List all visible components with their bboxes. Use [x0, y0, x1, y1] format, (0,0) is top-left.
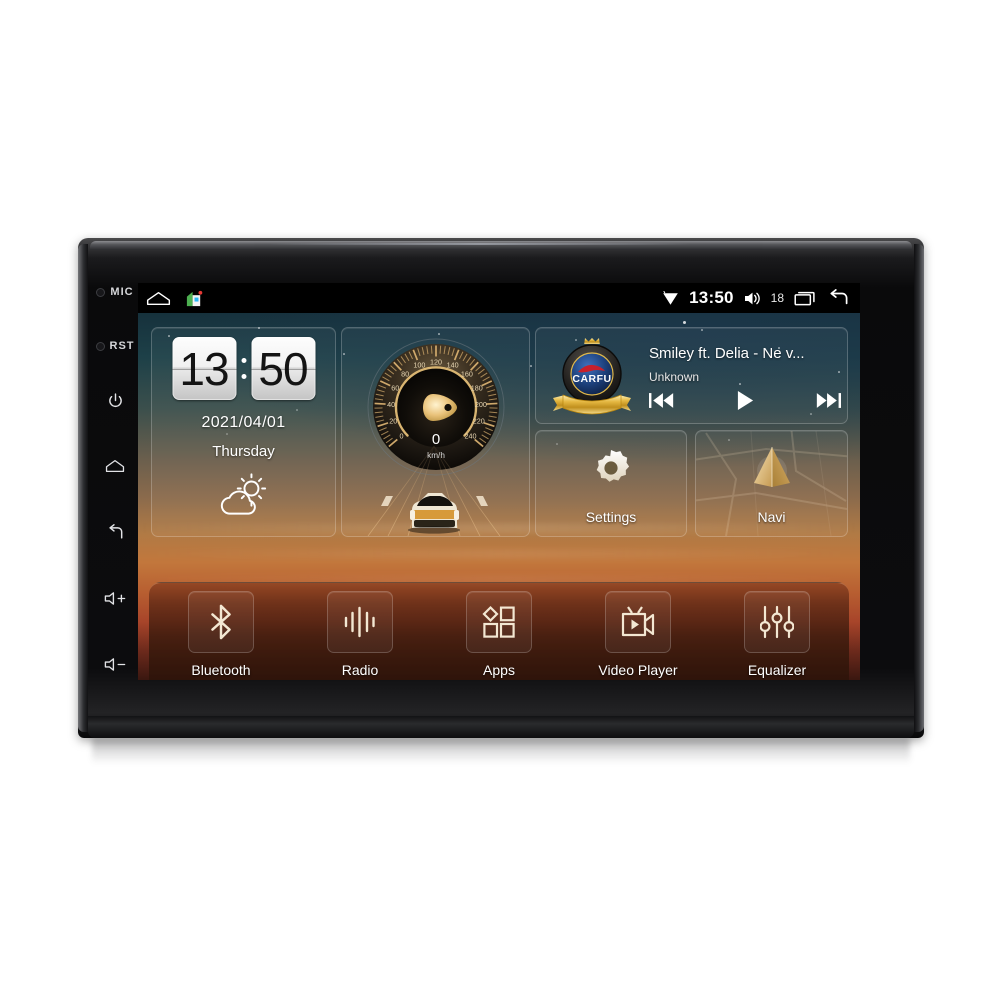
speaker-plus-icon[interactable]	[103, 586, 127, 610]
speaker-minus-icon[interactable]	[103, 652, 127, 676]
video-camera-icon[interactable]	[605, 591, 671, 653]
clock-hours-value: 13	[179, 342, 229, 395]
gauge-tick-label: 60	[391, 383, 399, 392]
device-bottom-trim	[88, 716, 914, 738]
dock-label-bluetooth: Bluetooth	[191, 662, 251, 678]
power-icon[interactable]	[107, 388, 124, 412]
dock-item-radio[interactable]: Radio	[302, 591, 418, 678]
car-head-unit-device: MIC RST 13:50 18 13 50 2021/04/01 Thursd…	[78, 238, 924, 738]
radio-waves-icon[interactable]	[327, 591, 393, 653]
gauge-tick-label: 220	[472, 417, 484, 426]
skip-next-icon[interactable]	[815, 392, 841, 409]
equalizer-sliders-icon[interactable]	[744, 591, 810, 653]
recents-icon[interactable]	[794, 290, 816, 306]
flip-clock: 13 50	[172, 337, 315, 400]
device-right-edge	[914, 244, 924, 732]
dock-label-apps: Apps	[483, 662, 515, 678]
home-screen-content: 13 50 2021/04/01 Thursday 0 20 40 60 80 …	[138, 313, 860, 680]
gauge-tick-label: 180	[470, 383, 482, 392]
gauge-tick-label: 200	[474, 400, 486, 409]
bluetooth-icon[interactable]	[188, 591, 254, 653]
clock-minutes-value: 50	[258, 342, 308, 395]
carfu-logo-text: CARFU	[572, 373, 611, 385]
home-icon[interactable]	[105, 454, 125, 478]
device-reflection	[92, 738, 910, 764]
music-player-widget[interactable]: CARFU Smiley ft. Delia - Ne v... Unknown	[535, 327, 848, 424]
clock-colon-icon	[239, 358, 248, 379]
partly-cloudy-icon[interactable]	[152, 473, 335, 517]
gauge-tick-label: 160	[460, 370, 472, 379]
gear-icon	[536, 445, 686, 491]
volume-level: 18	[770, 291, 784, 305]
wifi-icon	[662, 290, 679, 306]
back-icon[interactable]	[106, 520, 125, 544]
mic-pinhole-icon	[96, 287, 106, 297]
device-left-edge	[78, 244, 88, 732]
carfu-badge-logo: CARFU	[548, 332, 636, 420]
dock-label-equalizer: Equalizer	[747, 662, 807, 678]
dock-item-video-player[interactable]: Video Player	[580, 591, 696, 678]
hardware-button-bezel: MIC RST	[92, 258, 138, 720]
gauge-tick-label: 100	[413, 361, 425, 370]
clock-weekday: Thursday	[212, 443, 275, 460]
dock-item-bluetooth[interactable]: Bluetooth	[163, 591, 279, 678]
play-icon[interactable]	[736, 390, 755, 411]
back-arrow-icon[interactable]	[826, 289, 851, 307]
gauge-tick-label: 120	[430, 357, 442, 366]
dock-item-apps[interactable]: Apps	[441, 591, 557, 678]
track-title: Smiley ft. Delia - Ne v...	[649, 345, 805, 362]
reset-button[interactable]: RST	[95, 334, 135, 358]
clock-date: 2021/04/01	[201, 414, 286, 431]
speedometer-widget[interactable]: 0 20 40 60 80 100 120 140 160 180 200 220 240 0 km/h	[341, 327, 530, 537]
home-outline-icon[interactable]	[146, 290, 171, 307]
screenshot-canvas: MIC RST 13:50 18 13 50 2021/04/01 Thursd…	[0, 0, 1000, 1000]
tile-navi-label: Navi	[757, 509, 786, 525]
tile-settings-label: Settings	[585, 509, 637, 525]
gauge-tick-label: 240	[464, 431, 476, 440]
navigation-arrow-icon	[696, 445, 847, 493]
tile-navi[interactable]: Navi	[695, 430, 848, 537]
gauge-tick-label: 20	[389, 417, 397, 426]
clock-weather-widget[interactable]: 13 50 2021/04/01 Thursday	[151, 327, 336, 537]
skip-previous-icon[interactable]	[649, 392, 675, 409]
tile-settings[interactable]: Settings	[535, 430, 687, 537]
clock-hours: 13	[172, 337, 236, 400]
status-clock: 13:50	[689, 288, 734, 307]
mic-button[interactable]: MIC	[96, 280, 133, 304]
lcd-screen: 13:50 18 13 50 2021/04/01 Thursday 0 20 …	[138, 283, 860, 680]
dock-label-video-player: Video Player	[598, 662, 678, 678]
house-app-icon[interactable]	[185, 289, 204, 308]
android-status-bar: 13:50 18	[138, 283, 860, 313]
volume-icon[interactable]	[744, 291, 761, 306]
gauge-tick-label: 0	[399, 431, 403, 440]
reset-pinhole-icon	[95, 341, 105, 351]
device-top-trim	[90, 241, 912, 250]
app-dock: Bluetooth Radio Apps Video Player Equali…	[149, 582, 849, 680]
clock-minutes: 50	[251, 337, 315, 400]
car-on-road-icon	[342, 444, 529, 536]
apps-grid-icon[interactable]	[466, 591, 532, 653]
gauge-tick-label: 40	[387, 400, 395, 409]
reset-label: RST	[109, 340, 135, 352]
gauge-tick-label: 140	[446, 361, 458, 370]
dock-label-radio: Radio	[341, 662, 379, 678]
track-artist: Unknown	[649, 370, 700, 384]
dock-item-equalizer[interactable]: Equalizer	[719, 591, 835, 678]
gauge-tick-label: 80	[401, 370, 409, 379]
mic-label: MIC	[110, 286, 134, 298]
